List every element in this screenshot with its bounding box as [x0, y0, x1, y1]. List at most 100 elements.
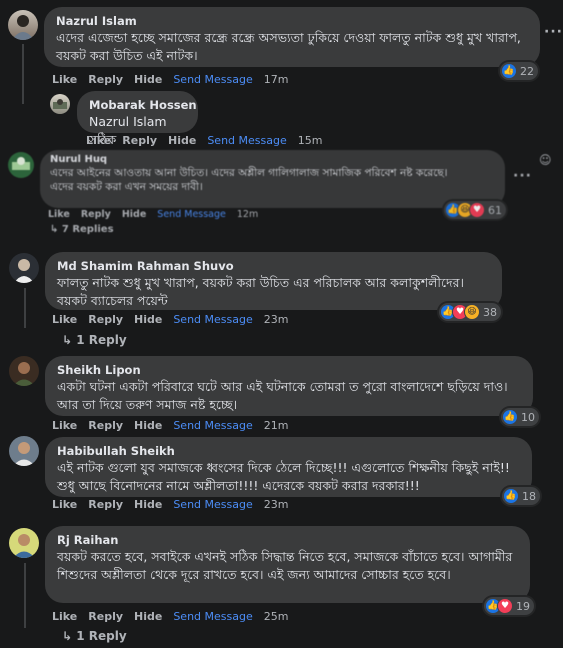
send-message-link[interactable]: Send Message: [207, 134, 286, 147]
timestamp[interactable]: 21m: [264, 419, 289, 432]
reaction-count: 18: [522, 489, 536, 503]
timestamp[interactable]: 12m: [237, 209, 258, 220]
profile-photo-icon: [14, 259, 34, 283]
comment-actions: Like Reply Hide Send Message 17m: [52, 73, 299, 86]
reply-bubble: Mobarak Hossen Nazrul Islam সঠিক: [77, 91, 198, 147]
comment-bubble: Nazrul Islam এদের এজেন্ডা হচ্ছে সমাজের র…: [44, 7, 540, 67]
profile-photo-icon: [12, 15, 34, 40]
profile-photo-icon: [13, 442, 35, 466]
reaction-summary[interactable]: 👍 ♥ 19: [484, 597, 534, 615]
reaction-count: 22: [520, 64, 534, 78]
avatar-nazrul-islam[interactable]: [8, 10, 38, 40]
view-replies-link[interactable]: ↳ 1 Reply: [62, 629, 127, 643]
avatar-sheikh-lipon[interactable]: [9, 356, 39, 386]
timestamp[interactable]: 17m: [264, 73, 289, 86]
reaction-count: 10: [521, 410, 535, 424]
timestamp[interactable]: 25m: [264, 610, 289, 623]
hide-button[interactable]: Hide: [168, 134, 196, 147]
comment-text: এই নাটক গুলো যুব সমাজকে ধ্বংসের দিকে ঠেল…: [57, 460, 514, 493]
comment-actions: Like Reply Hide Send Message 12m: [48, 209, 269, 220]
comment-bubble: Habibullah Sheikh এই নাটক গুলো যুব সমাজক…: [45, 437, 532, 497]
view-replies-link[interactable]: ↳ 1 Reply: [62, 333, 127, 347]
love-reaction-icon: ♥: [470, 203, 484, 217]
like-button[interactable]: Like: [52, 73, 77, 86]
comment-author[interactable]: Md Shamim Rahman Shuvo: [57, 259, 490, 274]
profile-photo-icon: [13, 362, 35, 386]
comment-actions: Like Reply Hide Send Message 25m: [52, 610, 299, 623]
send-message-link[interactable]: Send Message: [157, 209, 226, 220]
comment-text: বয়কট করতে হবে, সবাইকে এখনই সঠিক সিদ্ধান…: [57, 549, 517, 582]
reply-author[interactable]: Mobarak Hossen: [89, 98, 197, 113]
like-button[interactable]: Like: [52, 498, 77, 511]
like-button[interactable]: Like: [86, 134, 111, 147]
comment-author[interactable]: Rj Raihan: [57, 533, 518, 548]
send-message-link[interactable]: Send Message: [173, 610, 252, 623]
avatar-mobarak-hossen[interactable]: [50, 94, 70, 114]
thread-line: [24, 288, 26, 328]
comment-author[interactable]: Sheikh Lipon: [57, 363, 521, 378]
reaction-summary[interactable]: 👍 😆 ♥ 61: [444, 201, 506, 219]
replies-count: 7 Replies: [61, 224, 114, 235]
reply-button[interactable]: Reply: [88, 419, 123, 432]
reply-button[interactable]: Reply: [81, 209, 111, 220]
like-button[interactable]: Like: [52, 610, 77, 623]
sticker-icon[interactable]: ☺: [539, 153, 553, 167]
view-replies-link[interactable]: ↳ 7 Replies: [50, 224, 114, 235]
comment-actions: Like Reply Hide Send Message 23m: [52, 313, 299, 326]
reaction-summary[interactable]: 👍 22: [500, 62, 538, 80]
timestamp[interactable]: 23m: [264, 498, 289, 511]
haha-reaction-icon: 😆: [465, 305, 479, 319]
thread-line: [24, 563, 26, 628]
reaction-summary[interactable]: 👍 18: [502, 487, 540, 505]
reaction-summary[interactable]: 👍 ♥ 😆 38: [439, 303, 501, 321]
reply-arrow-icon: ↳: [62, 629, 77, 643]
avatar-rj-raihan[interactable]: [9, 528, 39, 558]
reply-button[interactable]: Reply: [88, 313, 123, 326]
replies-count: 1 Reply: [76, 333, 127, 347]
reply-actions: Like Reply Hide Send Message 15m: [86, 134, 333, 147]
comment-text: একটা ঘটনা একটা পরিবারে ঘটে আর এই ঘটনাকে …: [57, 379, 512, 412]
comment-author[interactable]: Nurul Huq: [50, 154, 495, 166]
send-message-link[interactable]: Send Message: [173, 419, 252, 432]
like-reaction-icon: 👍: [504, 489, 518, 503]
reaction-summary[interactable]: 👍 10: [501, 408, 539, 426]
reaction-count: 19: [516, 599, 530, 613]
avatar-nurul-huq[interactable]: [8, 152, 34, 178]
comment-author[interactable]: Nazrul Islam: [56, 14, 528, 29]
timestamp[interactable]: 23m: [264, 313, 289, 326]
reply-button[interactable]: Reply: [88, 610, 123, 623]
send-message-link[interactable]: Send Message: [173, 313, 252, 326]
hide-button[interactable]: Hide: [134, 313, 162, 326]
hide-button[interactable]: Hide: [134, 498, 162, 511]
reply-arrow-icon: ↳: [50, 224, 62, 235]
comment-author[interactable]: Habibullah Sheikh: [57, 444, 520, 459]
comment-bubble: Nurul Huq এদের আইনের আওতায় আনা উচিত। এদ…: [40, 150, 505, 208]
reply-button[interactable]: Reply: [88, 498, 123, 511]
reaction-count: 61: [488, 203, 502, 217]
hide-button[interactable]: Hide: [122, 209, 146, 220]
comment-actions: Like Reply Hide Send Message 23m: [52, 498, 299, 511]
comment-text: এদের আইনের আওতায় আনা উচিত। এদের অশ্লীল …: [50, 167, 448, 193]
avatar-habibullah-sheikh[interactable]: [9, 436, 39, 466]
thread-line: [22, 44, 24, 104]
reply-button[interactable]: Reply: [122, 134, 157, 147]
send-message-link[interactable]: Send Message: [173, 498, 252, 511]
hide-button[interactable]: Hide: [134, 419, 162, 432]
send-message-link[interactable]: Send Message: [173, 73, 252, 86]
profile-photo-icon: [12, 157, 30, 170]
more-dots-icon[interactable]: ···: [544, 24, 563, 40]
reply-button[interactable]: Reply: [88, 73, 123, 86]
hide-button[interactable]: Hide: [134, 73, 162, 86]
like-reaction-icon: 👍: [502, 64, 516, 78]
like-button[interactable]: Like: [48, 209, 70, 220]
love-reaction-icon: ♥: [498, 599, 512, 613]
timestamp[interactable]: 15m: [298, 134, 323, 147]
like-button[interactable]: Like: [52, 419, 77, 432]
like-button[interactable]: Like: [52, 313, 77, 326]
replies-count: 1 Reply: [76, 629, 127, 643]
reaction-count: 38: [483, 305, 497, 319]
like-reaction-icon: 👍: [503, 410, 517, 424]
hide-button[interactable]: Hide: [134, 610, 162, 623]
avatar-shamim-rahman-shuvo[interactable]: [9, 253, 39, 283]
more-dots-icon[interactable]: ···: [513, 168, 532, 184]
